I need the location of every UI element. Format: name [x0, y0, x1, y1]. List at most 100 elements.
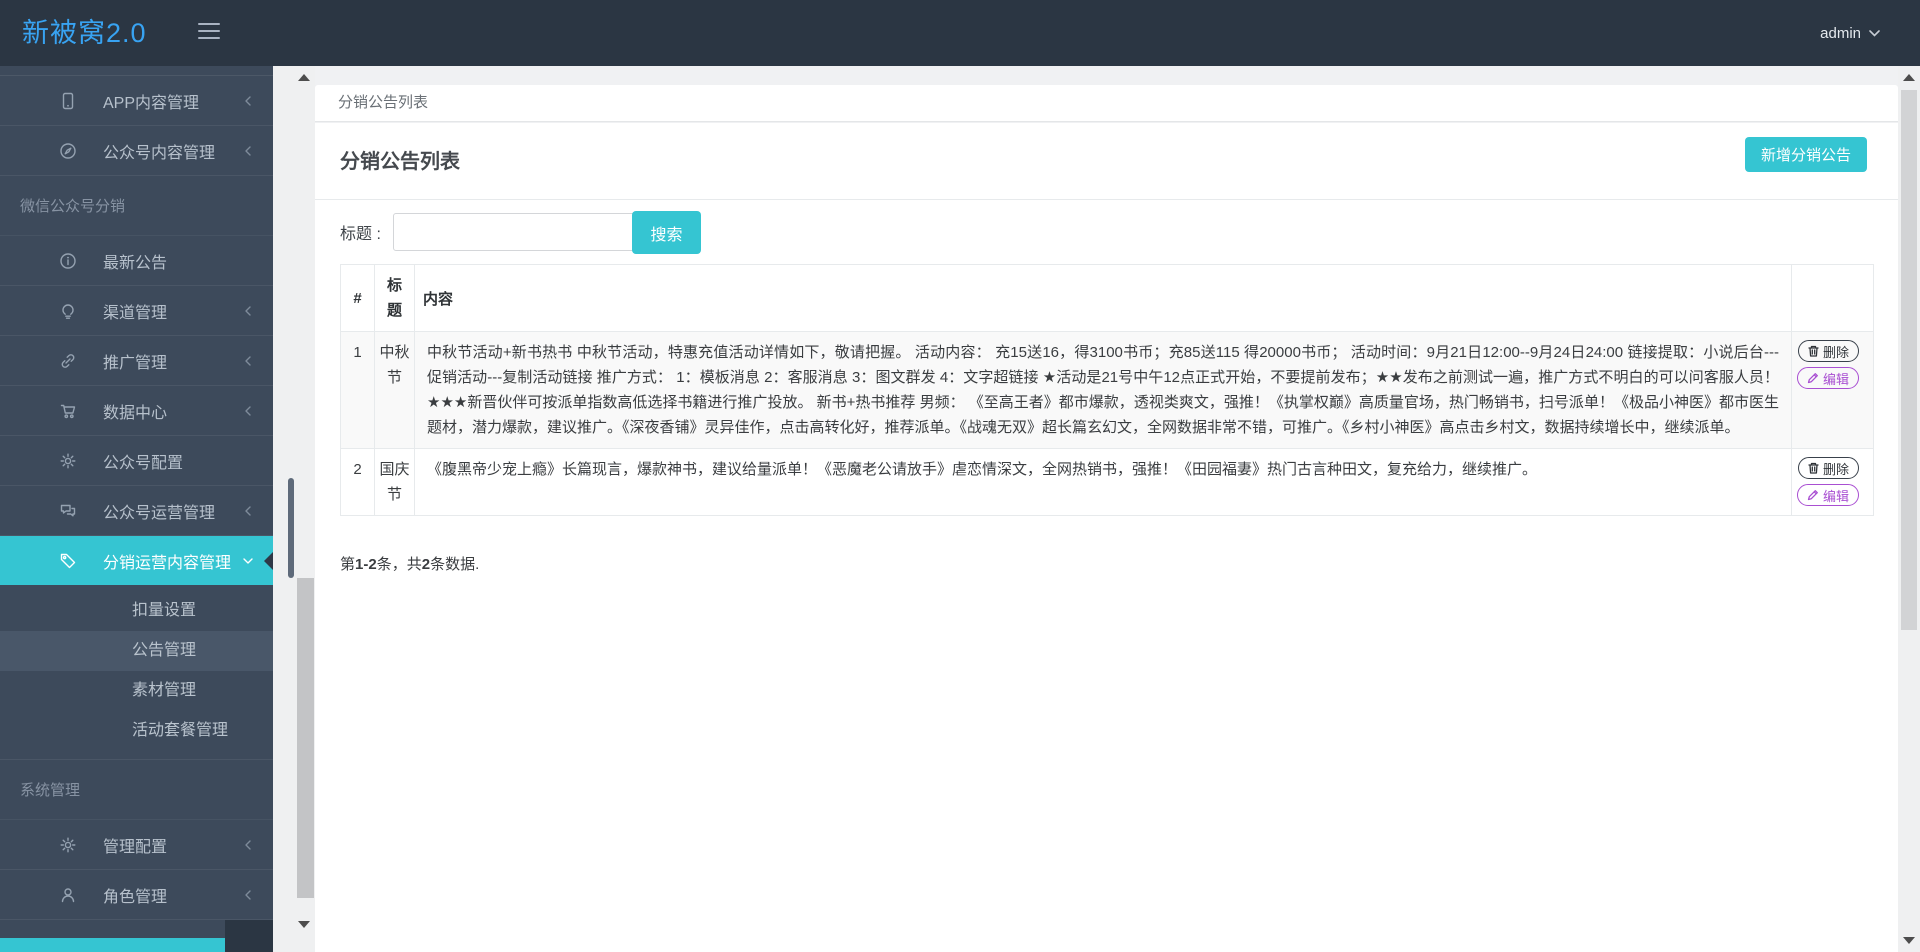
hamburger-icon	[198, 23, 220, 25]
record-total: 2	[421, 556, 431, 573]
sidebar-item-role-management[interactable]: 角色管理	[0, 870, 273, 920]
sidebar-scroll-thumb[interactable]	[288, 478, 294, 578]
sidebar-item-distribution-operation-content[interactable]: 分销运营内容管理	[0, 536, 273, 585]
sidebar-item-official-account-operation[interactable]: 公众号运营管理	[0, 486, 273, 536]
user-icon	[59, 886, 77, 904]
column-header-content: 内容	[414, 264, 1792, 332]
breadcrumb-bar: 分销公告列表	[315, 85, 1898, 122]
panel-header: 分销公告列表 新增分销公告	[315, 123, 1898, 200]
username-label: admin	[1820, 24, 1861, 42]
chevron-left-icon	[245, 405, 251, 416]
sidebar-bottom-corner	[225, 920, 273, 952]
sidebar-scrollbar[interactable]	[273, 66, 315, 952]
top-header: 新被窝2.0 admin	[0, 0, 1920, 66]
column-header-title: 标题	[374, 264, 415, 332]
announcement-table: # 标题 内容 1 中秋节 中秋节活动+新书热书 中秋节活动，特惠充值活动详情如…	[340, 264, 1874, 516]
scroll-down-arrow-icon[interactable]	[298, 921, 310, 928]
sidebar-item-label: 角色管理	[103, 888, 168, 906]
sidebar-section-wechat-distribution: 微信公众号分销	[0, 176, 273, 236]
row-actions: 删除 编辑	[1791, 331, 1874, 449]
sidebar-item-label: 管理配置	[103, 838, 168, 856]
column-header-index: #	[340, 264, 375, 332]
sidebar-item-promotion-management[interactable]: 推广管理	[0, 336, 273, 386]
chevron-down-icon	[1869, 29, 1880, 37]
sidebar-item-official-account-config[interactable]: 公众号配置	[0, 436, 273, 486]
scroll-up-arrow-icon[interactable]	[298, 74, 310, 81]
sidebar-subitem-deduction-settings[interactable]: 扣量设置	[0, 591, 273, 631]
app-logo: 新被窝2.0	[22, 18, 147, 48]
search-row: 标题 : 搜索	[315, 200, 1898, 264]
page-title: 分销公告列表	[340, 151, 460, 173]
main-scrollbar[interactable]	[1898, 66, 1920, 952]
hamburger-icon	[198, 37, 220, 39]
scrollbar-thumb[interactable]	[297, 578, 314, 898]
row-content: 《腹黑帝少宠上瘾》长篇现言，爆款神书，建议给量派单！《恶魔老公请放手》虐恋情深文…	[414, 448, 1792, 516]
add-announcement-button[interactable]: 新增分销公告	[1744, 137, 1867, 172]
chevron-left-icon	[245, 95, 251, 106]
chevron-left-icon	[245, 505, 251, 516]
chevron-left-icon	[245, 889, 251, 900]
search-button[interactable]: 搜索	[632, 211, 701, 254]
cart-icon	[59, 402, 77, 420]
row-index: 2	[340, 448, 375, 516]
sidebar-item-app-content[interactable]: APP内容管理	[0, 76, 273, 126]
sidebar-item-label: APP内容管理	[103, 94, 200, 112]
chevron-down-icon	[243, 557, 253, 564]
row-title: 中秋节	[374, 331, 415, 449]
record-count-text: 第1-2条，共2条数据.	[340, 556, 480, 573]
active-item-arrow	[264, 551, 273, 570]
sidebar-item-official-account-content[interactable]: 公众号内容管理	[0, 126, 273, 176]
sidebar-section-system: 系统管理	[0, 760, 273, 820]
sidebar-item-admin-config[interactable]: 管理配置	[0, 820, 273, 870]
sidebar-bottom-highlight	[0, 938, 225, 952]
chevron-left-icon	[245, 145, 251, 156]
table-row: 2 国庆节 《腹黑帝少宠上瘾》长篇现言，爆款神书，建议给量派单！《恶魔老公请放手…	[340, 448, 1874, 516]
menu-toggle-button[interactable]	[198, 23, 222, 43]
mobile-icon	[59, 92, 77, 110]
pencil-icon	[1807, 490, 1818, 501]
sidebar-item-channel-management[interactable]: 渠道管理	[0, 286, 273, 336]
sidebar-item-label: 渠道管理	[103, 304, 168, 322]
row-title: 国庆节	[374, 448, 415, 516]
sidebar-item-label: 公众号配置	[103, 454, 184, 472]
trash-icon	[1808, 462, 1819, 474]
sidebar-subitem-material-management[interactable]: 素材管理	[0, 671, 273, 711]
sidebar-item-data-center[interactable]: 数据中心	[0, 386, 273, 436]
info-icon	[59, 252, 77, 270]
delete-button[interactable]: 删除	[1797, 340, 1859, 362]
sidebar-nav: APP内容管理 公众号内容管理 微信公众号分销 最新公告 渠道管理 推广管理 数…	[0, 66, 273, 952]
trash-icon	[1808, 345, 1819, 357]
edit-button[interactable]: 编辑	[1796, 484, 1859, 506]
sidebar-item-clipped	[0, 66, 273, 76]
sidebar-item-label: 最新公告	[103, 254, 168, 272]
breadcrumb: 分销公告列表	[338, 94, 429, 111]
pencil-icon	[1807, 373, 1818, 384]
row-actions: 删除 编辑	[1791, 448, 1874, 516]
gear-icon	[59, 452, 77, 470]
search-label: 标题 :	[340, 226, 381, 243]
link-icon	[59, 352, 77, 370]
tags-icon	[59, 552, 77, 570]
edit-button[interactable]: 编辑	[1796, 367, 1859, 389]
sidebar-item-latest-announcements[interactable]: 最新公告	[0, 236, 273, 286]
chevron-left-icon	[245, 839, 251, 850]
lightbulb-icon	[59, 302, 77, 320]
sidebar-subitem-announcement-management[interactable]: 公告管理	[0, 631, 273, 671]
scrollbar-thumb[interactable]	[1901, 90, 1917, 630]
comments-icon	[59, 502, 77, 520]
row-index: 1	[340, 331, 375, 449]
scroll-up-arrow-icon[interactable]	[1903, 74, 1915, 81]
delete-button[interactable]: 删除	[1797, 457, 1859, 479]
title-search-input[interactable]	[393, 213, 641, 251]
user-menu[interactable]: admin	[1820, 0, 1880, 66]
row-content: 中秋节活动+新书热书 中秋节活动，特惠充值活动详情如下，敬请把握。 活动内容： …	[414, 331, 1792, 449]
sidebar-submenu: 扣量设置 公告管理 素材管理 活动套餐管理	[0, 585, 273, 760]
sidebar-item-label: 公众号运营管理	[103, 504, 216, 522]
table-header-row: # 标题 内容	[340, 264, 1874, 332]
table-row: 1 中秋节 中秋节活动+新书热书 中秋节活动，特惠充值活动详情如下，敬请把握。 …	[340, 331, 1874, 449]
sidebar-subitem-activity-package-management[interactable]: 活动套餐管理	[0, 711, 273, 751]
gear-icon	[59, 836, 77, 854]
sidebar-item-label: 推广管理	[103, 354, 168, 372]
hamburger-icon	[198, 30, 220, 32]
scroll-down-arrow-icon[interactable]	[1903, 937, 1915, 944]
